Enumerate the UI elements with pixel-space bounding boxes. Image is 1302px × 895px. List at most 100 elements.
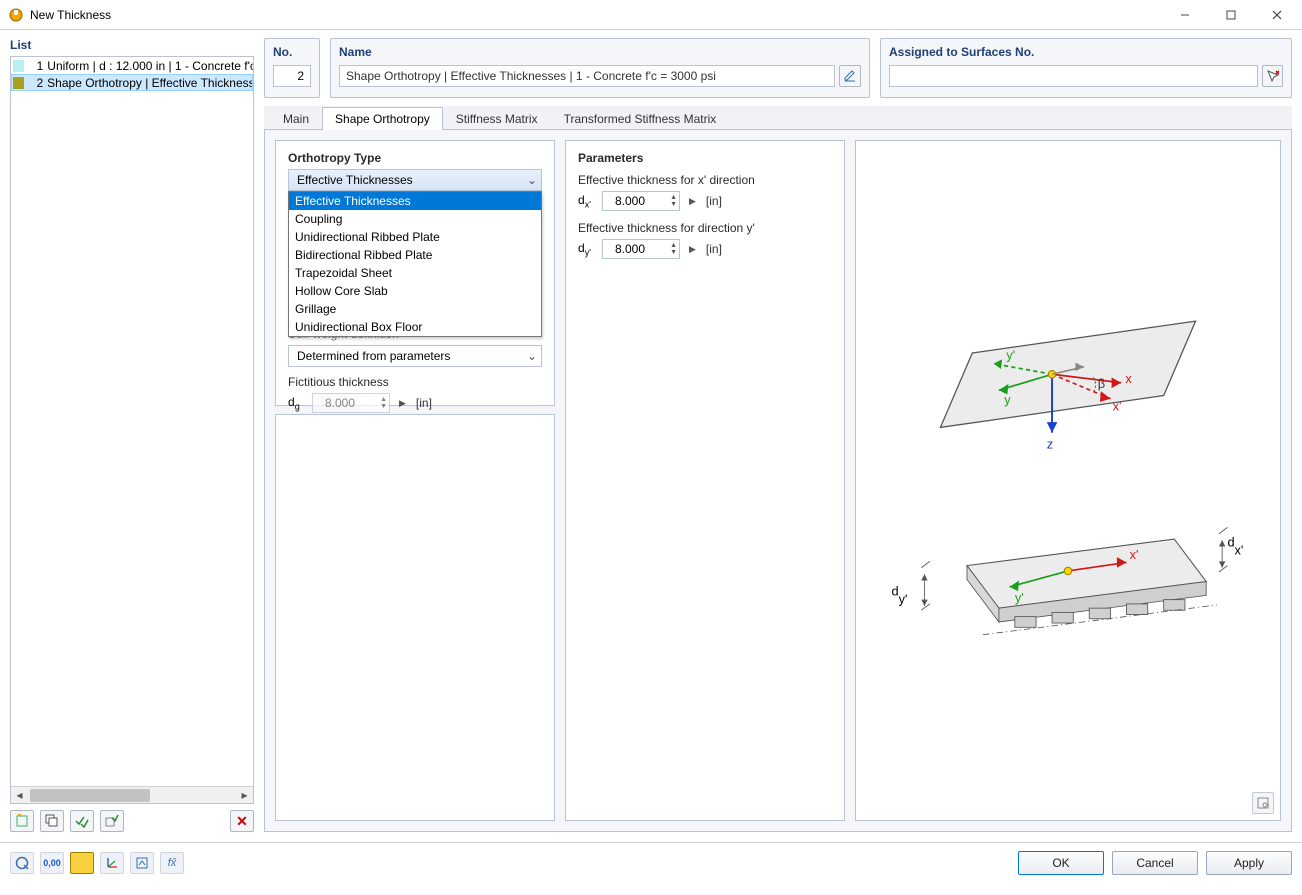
param-x-sym: dx' (578, 193, 596, 209)
window-title: New Thickness (30, 8, 1162, 22)
dropdown-option[interactable]: Trapezoidal Sheet (289, 264, 541, 282)
list-item-number: 2 (28, 76, 43, 90)
fictitious-unit: [in] (416, 396, 432, 410)
svg-text:y': y' (1006, 347, 1015, 362)
name-input[interactable] (339, 65, 835, 87)
units-button[interactable]: 0,00 (40, 852, 64, 874)
selfweight-combo-value: Determined from parameters (297, 349, 450, 363)
minimize-button[interactable] (1162, 0, 1208, 30)
dropdown-option[interactable]: Coupling (289, 210, 541, 228)
assigned-label: Assigned to Surfaces No. (889, 45, 1283, 59)
axes-button[interactable] (100, 852, 124, 874)
chevron-down-icon: ⌄ (527, 173, 537, 187)
tab-transformed-stiffness-matrix[interactable]: Transformed Stiffness Matrix (551, 107, 730, 130)
svg-text:x: x (1125, 371, 1132, 386)
scroll-right-icon[interactable]: ▸ (236, 787, 253, 804)
extra-settings-button[interactable] (130, 852, 154, 874)
fictitious-value-spinner[interactable]: ▲▼ (312, 393, 390, 413)
param-y-spinner[interactable]: ▲▼ (602, 239, 680, 259)
help-button[interactable] (10, 852, 34, 874)
tab-stiffness-matrix[interactable]: Stiffness Matrix (443, 107, 551, 130)
no-label: No. (273, 45, 311, 59)
param-x-spinner[interactable]: ▲▼ (602, 191, 680, 211)
dropdown-option[interactable]: Bidirectional Ribbed Plate (289, 246, 541, 264)
tab-main[interactable]: Main (270, 107, 322, 130)
svg-text:x': x' (1113, 398, 1122, 413)
name-field-box: Name (330, 38, 870, 98)
tab-shape-orthotropy[interactable]: Shape Orthotropy (322, 107, 443, 130)
dropdown-option[interactable]: Unidirectional Ribbed Plate (289, 228, 541, 246)
play-icon[interactable]: ▶ (399, 398, 406, 409)
preview-tool-button[interactable] (1252, 792, 1274, 814)
color-button[interactable] (70, 852, 94, 874)
pick-surface-button[interactable] (1262, 65, 1283, 87)
param-x-label: Effective thickness for x' direction (578, 173, 832, 187)
dropdown-option[interactable]: Grillage (289, 300, 541, 318)
dropdown-option[interactable]: Unidirectional Box Floor (289, 318, 541, 336)
list-item[interactable]: 1 Uniform | d : 12.000 in | 1 - Concrete … (11, 57, 253, 74)
maximize-button[interactable] (1208, 0, 1254, 30)
no-field-box: No. (264, 38, 320, 98)
copy-item-button[interactable] (40, 810, 64, 832)
play-icon[interactable]: ▶ (689, 244, 696, 255)
parameters-panel: Parameters Effective thickness for x' di… (565, 140, 845, 821)
orthotropy-section-label: Orthotropy Type (288, 151, 542, 165)
ok-button[interactable]: OK (1018, 851, 1104, 875)
function-settings-button[interactable]: fx̂ (160, 852, 184, 874)
rename-button[interactable] (839, 65, 861, 87)
list-item-text: Shape Orthotropy | Effective Thicknesses (47, 76, 253, 90)
scroll-left-icon[interactable]: ◂ (11, 787, 28, 804)
play-icon[interactable]: ▶ (689, 196, 696, 207)
titlebar: New Thickness (0, 0, 1302, 30)
list-scrollbar[interactable]: ◂ ▸ (11, 786, 253, 803)
scroll-thumb[interactable] (30, 789, 150, 802)
param-y-unit: [in] (706, 242, 722, 256)
no-input[interactable] (273, 65, 311, 87)
app-icon (8, 7, 24, 23)
cancel-button[interactable]: Cancel (1112, 851, 1198, 875)
orthotropy-panel-empty (275, 414, 555, 821)
list-item-number: 1 (28, 59, 43, 73)
orthotropy-type-combo[interactable]: Effective Thicknesses ⌄ Effective Thickn… (288, 169, 542, 191)
preview-diagram: y' y x x' β (866, 151, 1270, 895)
fictitious-label: Fictitious thickness (288, 375, 542, 389)
svg-text:β: β (1098, 376, 1105, 391)
fictitious-sym: dg (288, 395, 306, 411)
dropdown-option[interactable]: Effective Thicknesses (289, 192, 541, 210)
new-item-button[interactable] (10, 810, 34, 832)
selfweight-combo[interactable]: Determined from parameters ⌄ (288, 345, 542, 367)
chevron-down-icon: ⌄ (527, 349, 537, 363)
svg-text:z: z (1047, 437, 1053, 452)
footer: 0,00 fx̂ OK Cancel Apply (0, 842, 1302, 882)
delete-item-button[interactable]: ✕ (230, 810, 254, 832)
list-label: List (10, 38, 254, 52)
check-all-button[interactable] (70, 810, 94, 832)
check-one-button[interactable] (100, 810, 124, 832)
svg-text:y: y (1004, 392, 1011, 407)
swatch-icon (13, 77, 24, 89)
orthotropy-panel: Orthotropy Type Effective Thicknesses ⌄ … (275, 140, 555, 406)
thickness-list[interactable]: 1 Uniform | d : 12.000 in | 1 - Concrete … (10, 56, 254, 804)
assigned-input[interactable] (889, 65, 1258, 87)
list-item[interactable]: 2 Shape Orthotropy | Effective Thicknesse… (11, 74, 253, 91)
svg-text:dy': dy' (892, 583, 908, 606)
swatch-icon (13, 60, 24, 72)
param-x-input[interactable] (603, 192, 651, 210)
param-x-unit: [in] (706, 194, 722, 208)
svg-text:x': x' (1130, 547, 1139, 562)
fictitious-value-input[interactable] (313, 394, 361, 412)
apply-button[interactable]: Apply (1206, 851, 1292, 875)
orthotropy-dropdown[interactable]: Effective ThicknessesCouplingUnidirectio… (288, 191, 542, 337)
param-y-input[interactable] (603, 240, 651, 258)
list-item-text: Uniform | d : 12.000 in | 1 - Concrete f… (47, 59, 253, 73)
assigned-field-box: Assigned to Surfaces No. (880, 38, 1292, 98)
param-y-label: Effective thickness for direction y' (578, 221, 832, 235)
close-button[interactable] (1254, 0, 1300, 30)
svg-text:y': y' (1015, 590, 1024, 605)
preview-panel: y' y x x' β (855, 140, 1281, 821)
orthotropy-combo-value: Effective Thicknesses (297, 173, 413, 187)
parameters-section-label: Parameters (578, 151, 832, 165)
dropdown-option[interactable]: Hollow Core Slab (289, 282, 541, 300)
name-label: Name (339, 45, 861, 59)
param-y-sym: dy' (578, 241, 596, 257)
